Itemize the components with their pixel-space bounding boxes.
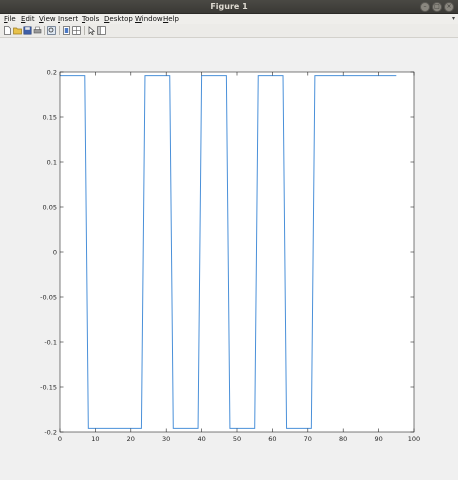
- x-tick-label: 60: [268, 435, 276, 443]
- menu-bar: File Edit View Insert Tools Desktop Wind…: [0, 14, 458, 24]
- link-plot-icon[interactable]: [62, 26, 71, 35]
- x-tick-label: 40: [197, 435, 205, 443]
- menu-overflow-icon[interactable]: ▾: [452, 14, 455, 24]
- toolbar-separator: [59, 26, 60, 35]
- menu-help[interactable]: Help: [163, 14, 179, 24]
- window-controls: – □ ×: [420, 2, 454, 12]
- insert-colorbar-icon[interactable]: [72, 26, 81, 35]
- menu-view[interactable]: View: [39, 14, 56, 24]
- y-tick-label: -0.15: [40, 383, 57, 391]
- x-tick-label: 70: [304, 435, 312, 443]
- y-tick-label: 0.15: [43, 113, 57, 121]
- figure-window: Figure 1 – □ × File Edit View Insert Too…: [0, 0, 458, 480]
- print-icon[interactable]: [33, 26, 42, 35]
- zoom-icon[interactable]: [47, 26, 56, 35]
- plot-tools-icon[interactable]: [97, 26, 106, 35]
- y-tick-label: -0.2: [44, 428, 57, 436]
- menu-edit[interactable]: Edit: [21, 14, 35, 24]
- menu-window[interactable]: Window: [135, 14, 163, 24]
- x-tick-label: 50: [233, 435, 241, 443]
- y-tick-label: 0.2: [47, 68, 57, 76]
- figure-canvas: 0 10 20 30 40 50 60 70 80 90 100 0.2 0.15 0.1 0.05 0 -0.…: [0, 38, 458, 480]
- x-tick-label: 0: [58, 435, 62, 443]
- menu-insert[interactable]: Insert: [58, 14, 78, 24]
- save-icon[interactable]: [23, 26, 32, 35]
- y-tick-label: -0.1: [44, 338, 57, 346]
- y-tick-label: -0.05: [40, 293, 57, 301]
- maximize-icon[interactable]: □: [432, 2, 442, 12]
- toolbar-separator: [44, 26, 45, 35]
- close-icon[interactable]: ×: [444, 2, 454, 12]
- pointer-icon[interactable]: [87, 26, 96, 35]
- x-tick-label: 30: [162, 435, 170, 443]
- open-file-icon[interactable]: [13, 26, 22, 35]
- y-tick-label: 0: [53, 248, 57, 256]
- minimize-icon[interactable]: –: [420, 2, 430, 12]
- new-figure-icon[interactable]: [3, 26, 12, 35]
- x-tick-label: 80: [339, 435, 347, 443]
- window-title: Figure 1: [210, 2, 248, 11]
- x-tick-label: 100: [408, 435, 420, 443]
- toolbar-separator: [84, 26, 85, 35]
- y-tick-label: 0.1: [47, 158, 57, 166]
- title-bar[interactable]: Figure 1 – □ ×: [0, 0, 458, 14]
- plot-area[interactable]: [60, 72, 414, 432]
- menu-tools[interactable]: Tools: [82, 14, 99, 24]
- x-tick-label: 20: [127, 435, 135, 443]
- line-chart[interactable]: 0 10 20 30 40 50 60 70 80 90 1000.20.150.10.050-0.…: [0, 38, 458, 480]
- menu-file[interactable]: File: [4, 14, 16, 24]
- toolbar: [0, 24, 458, 38]
- x-tick-label: 90: [374, 435, 382, 443]
- menu-desktop[interactable]: Desktop: [104, 14, 133, 24]
- x-tick-label: 10: [91, 435, 99, 443]
- y-tick-label: 0.05: [43, 203, 57, 211]
